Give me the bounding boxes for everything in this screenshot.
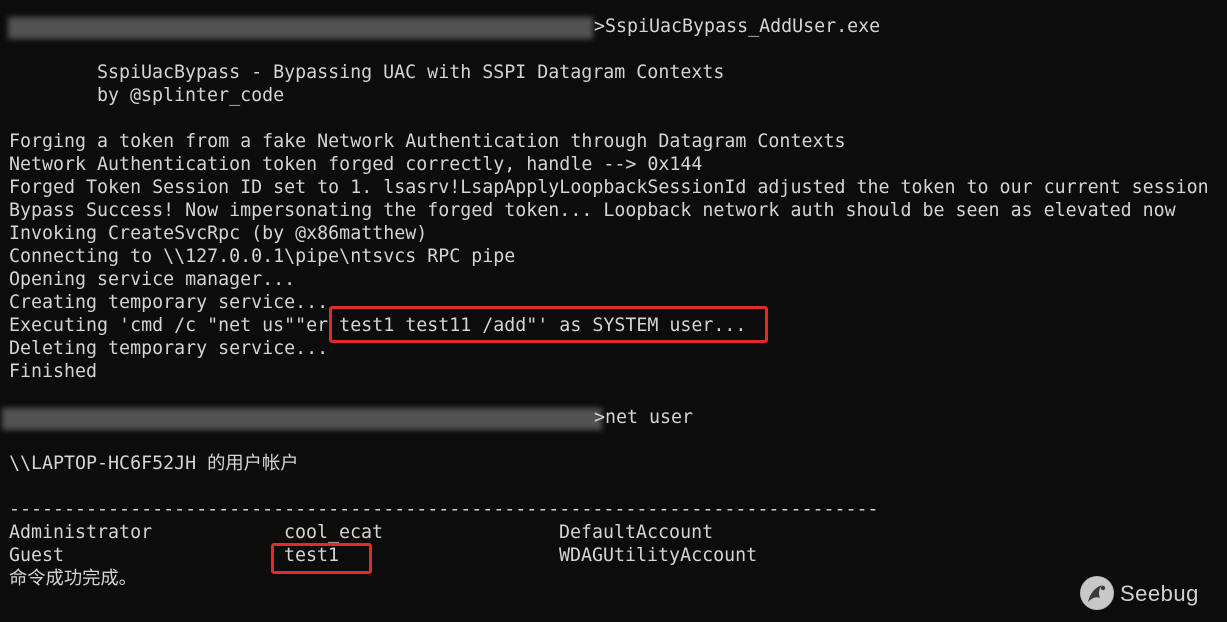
highlight-box-new-user	[271, 543, 372, 574]
account-name: Guest	[9, 545, 65, 566]
account-name: WDAGUtilityAccount	[559, 545, 758, 566]
account-name: DefaultAccount	[559, 522, 714, 543]
output-line: Finished	[9, 361, 98, 382]
seebug-watermark: Seebug	[1080, 575, 1205, 611]
banner-author: by @splinter_code	[97, 85, 285, 106]
output-line: Forged Token Session ID set to 1. lsasrv…	[9, 177, 1209, 198]
redacted-prompt-path	[8, 17, 593, 39]
output-line: Creating temporary service...	[9, 292, 329, 313]
separator-line: ----------------------------------------…	[9, 499, 879, 520]
output-line: Bypass Success! Now impersonating the fo…	[9, 200, 1176, 221]
accounts-header: \\LAPTOP-HC6F52JH 的用户帐户	[9, 453, 299, 474]
output-line: Forging a token from a fake Network Auth…	[9, 131, 846, 152]
watermark-text: Seebug	[1120, 580, 1199, 606]
redacted-prompt-path	[2, 408, 602, 430]
highlight-box-add-command	[329, 306, 768, 343]
completion-message: 命令成功完成。	[9, 568, 137, 589]
account-name: cool_ecat	[284, 522, 384, 543]
output-line: Network Authentication token forged corr…	[9, 154, 703, 175]
output-line: Opening service manager...	[9, 269, 296, 290]
output-line: Invoking CreateSvcRpc (by @x86matthew)	[9, 223, 428, 244]
seebug-logo-icon	[1080, 576, 1114, 610]
account-name: Administrator	[9, 522, 153, 543]
prompt-command: >net user	[594, 407, 694, 428]
output-line: Connecting to \\127.0.0.1\pipe\ntsvcs RP…	[9, 246, 516, 267]
terminal-window[interactable]: >SspiUacBypass_AddUser.exe SspiUacBypass…	[0, 0, 1227, 622]
output-line: Deleting temporary service...	[9, 338, 329, 359]
banner-title: SspiUacBypass - Bypassing UAC with SSPI …	[97, 62, 725, 83]
prompt-command: >SspiUacBypass_AddUser.exe	[594, 16, 881, 37]
